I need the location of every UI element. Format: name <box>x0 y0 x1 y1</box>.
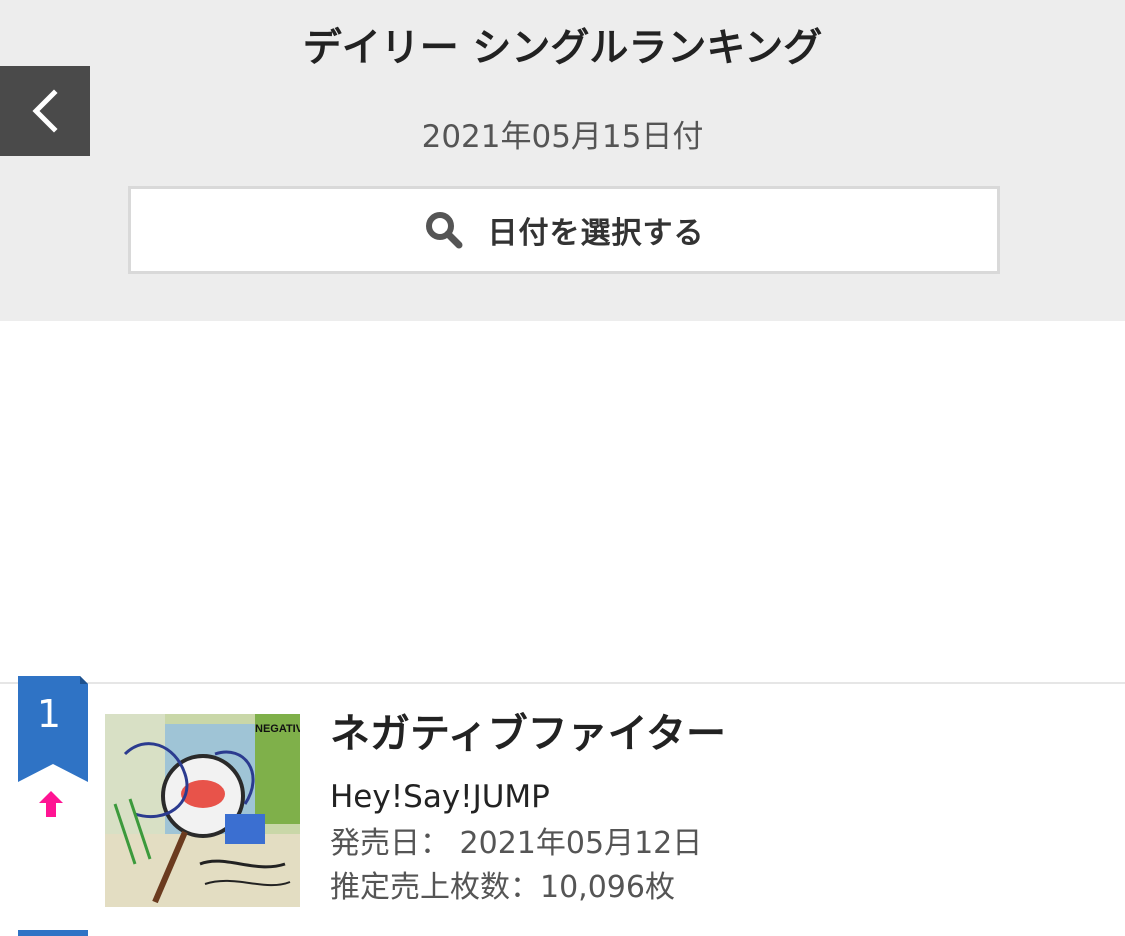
release-date-label: 発売日： <box>330 826 450 861</box>
next-rank-ribbon <box>18 930 88 936</box>
artist-name[interactable]: Hey!Say!JUMP <box>330 776 550 818</box>
page-title: デイリー シングルランキング <box>302 26 823 71</box>
cover-text: NEGATIVE FIGHTER <box>255 723 300 735</box>
estimated-sales-value: 10,096枚 <box>540 870 675 905</box>
rank-number: 1 <box>36 692 62 736</box>
date-select-label: 日付を選択する <box>487 216 705 251</box>
search-icon <box>425 212 462 249</box>
ranking-list-item[interactable]: 1 NEGATIVE FIGHTER ネガティブファイター Hey!Say!JU… <box>0 676 1125 936</box>
estimated-sales-row: 推定売上枚数：10,096枚 <box>330 868 675 908</box>
trend-up-icon <box>39 791 63 817</box>
album-cover[interactable]: NEGATIVE FIGHTER <box>105 714 300 907</box>
estimated-sales-label: 推定売上枚数： <box>330 870 540 905</box>
release-date-value: 2021年05月12日 <box>459 826 703 861</box>
ranking-header: デイリー シングルランキング 2021年05月15日付 日付を選択する <box>0 0 1125 321</box>
release-date-row: 発売日： 2021年05月12日 <box>330 824 702 864</box>
date-select-button[interactable]: 日付を選択する <box>128 186 1000 274</box>
ranking-date: 2021年05月15日付 <box>421 119 704 155</box>
song-title[interactable]: ネガティブファイター <box>330 708 726 760</box>
